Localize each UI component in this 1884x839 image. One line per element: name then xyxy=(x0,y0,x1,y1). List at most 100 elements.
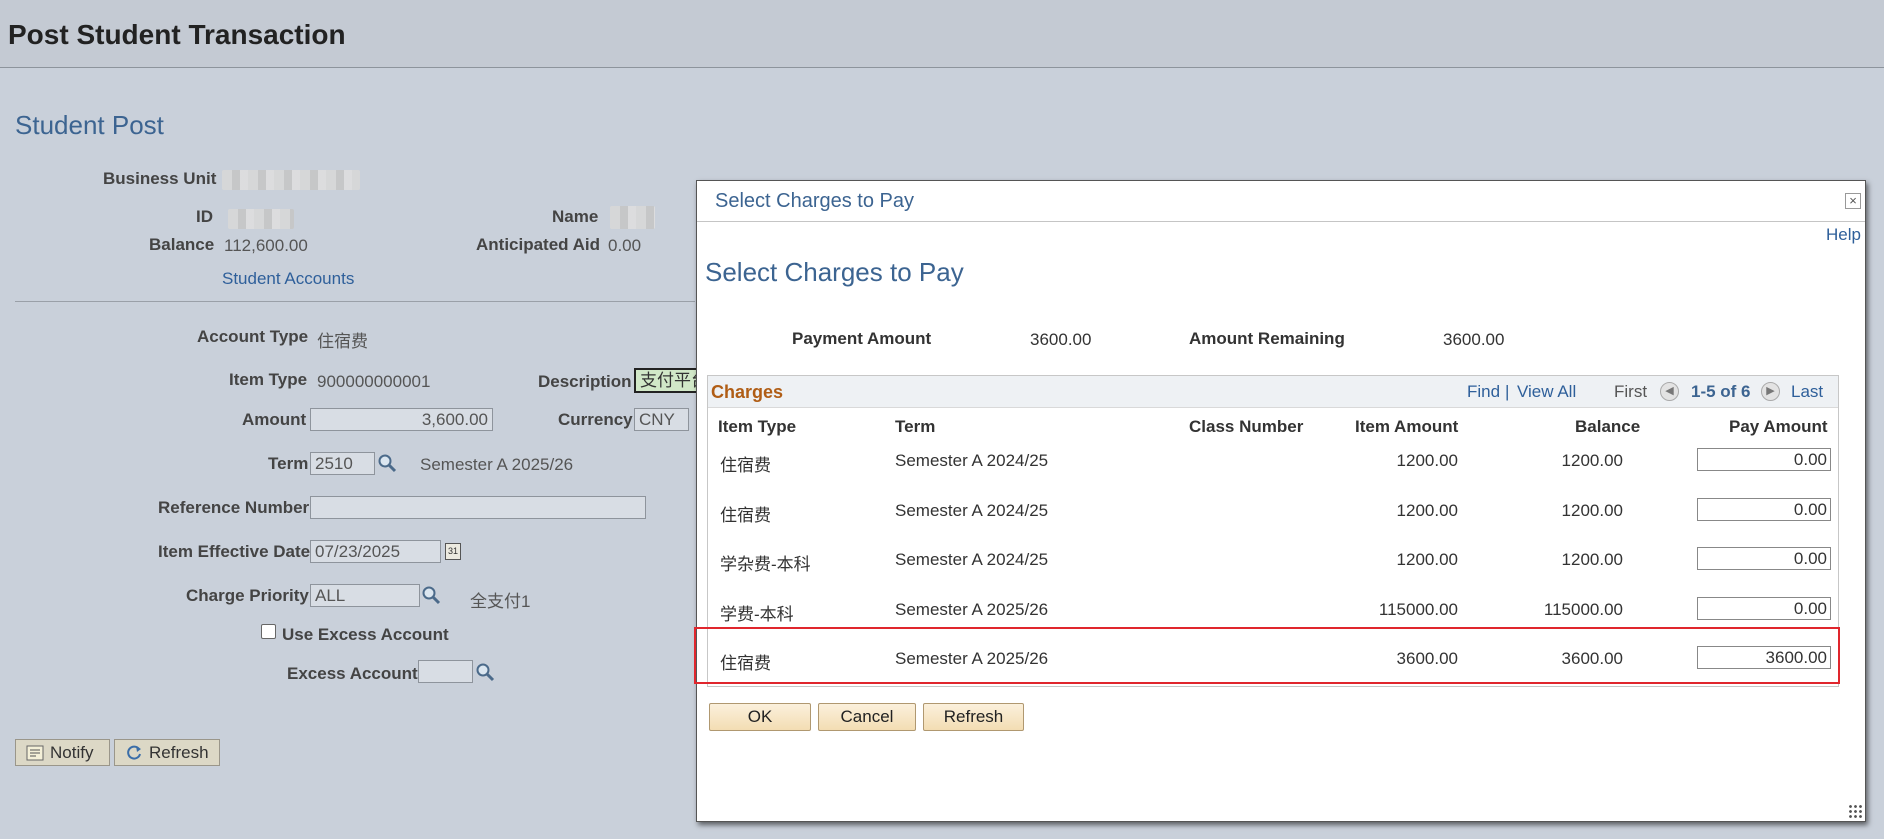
excess-account-field[interactable] xyxy=(418,660,473,683)
excess-account-lookup-icon[interactable] xyxy=(475,662,495,682)
balance-value: 112,600.00 xyxy=(224,236,308,255)
item-effective-date-field[interactable]: 07/23/2025 xyxy=(310,540,441,563)
row-2-term: Semester A 2024/25 xyxy=(895,501,1049,520)
row-1-term: Semester A 2024/25 xyxy=(895,451,1049,470)
payment-amount-value: 3600.00 xyxy=(1030,330,1092,349)
row-3-balance: 1200.00 xyxy=(1561,550,1623,569)
row-5-pay-amount-input[interactable] xyxy=(1697,646,1831,669)
divider xyxy=(15,301,695,302)
section-title: Student Post xyxy=(15,110,164,140)
row-1-pay-amount-input[interactable] xyxy=(1697,448,1831,471)
modal-title-bar-text: Select Charges to Pay xyxy=(715,190,914,212)
use-excess-account-checkbox[interactable] xyxy=(261,624,276,639)
term-lookup-icon[interactable] xyxy=(377,453,397,473)
currency-field[interactable]: CNY xyxy=(634,408,689,431)
resize-handle-icon[interactable] xyxy=(1848,804,1862,818)
col-item-type: Item Type xyxy=(718,417,797,436)
name-label: Name xyxy=(552,207,599,226)
notify-label: Notify xyxy=(50,742,94,762)
description-field[interactable]: 支付平台 xyxy=(634,368,696,393)
charge-priority-lookup-icon[interactable] xyxy=(421,585,441,605)
currency-label: Currency xyxy=(558,410,633,429)
charge-priority-field[interactable]: ALL xyxy=(310,584,420,607)
row-4-balance: 115000.00 xyxy=(1543,600,1623,619)
row-5-balance: 3600.00 xyxy=(1561,649,1623,668)
business-unit-redacted xyxy=(222,170,360,190)
row-3-pay-amount-input[interactable] xyxy=(1697,547,1831,570)
account-type-value: 住宿费 xyxy=(317,332,368,351)
last-link[interactable]: Last xyxy=(1791,382,1823,402)
col-term: Term xyxy=(895,417,936,436)
row-3-item-amount: 1200.00 xyxy=(1396,550,1458,569)
grid-header: Charges Find | View All First ◀ 1-5 of 6… xyxy=(708,376,1838,408)
range-label: 1-5 of 6 xyxy=(1691,382,1751,401)
excess-account-label: Excess Account xyxy=(287,664,418,683)
name-redacted xyxy=(610,206,655,229)
id-redacted xyxy=(228,209,294,229)
modal-refresh-button[interactable]: Refresh xyxy=(923,703,1024,731)
anticipated-aid-value: 0.00 xyxy=(608,236,642,255)
amount-remaining-label: Amount Remaining xyxy=(1189,329,1345,348)
description-label: Description xyxy=(538,372,632,391)
row-4-pay-amount-input[interactable] xyxy=(1697,597,1831,620)
ok-button[interactable]: OK xyxy=(709,703,811,731)
row-5-item-amount: 3600.00 xyxy=(1396,649,1458,668)
page-header: Post Student Transaction xyxy=(0,0,1884,68)
find-link[interactable]: Find xyxy=(1467,382,1500,402)
row-3-item-type: 学杂费-本科 xyxy=(720,555,811,574)
amount-label: Amount xyxy=(242,410,307,429)
balance-label: Balance xyxy=(149,235,215,254)
business-unit-label: Business Unit xyxy=(103,169,217,188)
item-effective-date-label: Item Effective Date xyxy=(158,542,311,561)
view-all-link[interactable]: View All xyxy=(1517,382,1576,402)
row-3-term: Semester A 2024/25 xyxy=(895,550,1049,569)
refresh-button[interactable]: Refresh xyxy=(114,739,220,766)
row-5-item-type: 住宿费 xyxy=(720,654,771,673)
reference-number-label: Reference Number xyxy=(158,498,310,517)
charges-grid: Charges Find | View All First ◀ 1-5 of 6… xyxy=(707,375,1839,687)
help-link[interactable]: Help xyxy=(1826,225,1861,245)
row-1-balance: 1200.00 xyxy=(1561,451,1623,470)
row-5-term: Semester A 2025/26 xyxy=(895,649,1049,668)
row-4-item-amount: 115000.00 xyxy=(1378,600,1458,619)
anticipated-aid-label: Anticipated Aid xyxy=(476,235,601,254)
refresh-icon xyxy=(127,745,141,760)
row-4-term: Semester A 2025/26 xyxy=(895,600,1049,619)
row-2-item-type: 住宿费 xyxy=(720,506,771,525)
term-field[interactable]: 2510 xyxy=(310,452,375,475)
previous-icon[interactable]: ◀ xyxy=(1660,382,1679,401)
next-icon[interactable]: ▶ xyxy=(1761,382,1780,401)
row-2-pay-amount-input[interactable] xyxy=(1697,498,1831,521)
page-title: Post Student Transaction xyxy=(8,19,346,50)
term-description: Semester A 2025/26 xyxy=(420,455,574,474)
notify-icon xyxy=(26,745,44,760)
row-1-item-amount: 1200.00 xyxy=(1396,451,1458,470)
reference-number-field[interactable] xyxy=(310,496,646,519)
close-icon[interactable]: × xyxy=(1845,193,1861,209)
first-label: First xyxy=(1614,382,1648,401)
refresh-label: Refresh xyxy=(149,742,209,762)
calendar-icon[interactable]: 31 xyxy=(445,543,461,560)
col-item-amount: Item Amount xyxy=(1355,417,1459,436)
amount-remaining-value: 3600.00 xyxy=(1443,330,1505,349)
col-balance: Balance xyxy=(1575,417,1641,436)
id-label: ID xyxy=(196,207,213,226)
notify-button[interactable]: Notify xyxy=(15,739,110,766)
col-pay-amount: Pay Amount xyxy=(1729,417,1828,436)
cancel-button[interactable]: Cancel xyxy=(818,703,916,731)
modal-heading: Select Charges to Pay xyxy=(705,257,964,287)
grid-separator: | xyxy=(1505,382,1510,401)
row-2-item-amount: 1200.00 xyxy=(1396,501,1458,520)
charge-priority-description: 全支付1 xyxy=(470,592,531,611)
amount-field[interactable]: 3,600.00 xyxy=(310,408,493,431)
term-label: Term xyxy=(268,454,309,473)
select-charges-modal: Select Charges to Pay × Help Select Char… xyxy=(694,180,1866,822)
col-class-number: Class Number xyxy=(1189,417,1304,436)
student-accounts-link[interactable]: Student Accounts xyxy=(222,269,354,289)
modal-title-bar[interactable]: Select Charges to Pay × xyxy=(697,181,1865,222)
account-type-label: Account Type xyxy=(197,327,309,346)
item-type-value: 900000000001 xyxy=(317,372,431,391)
charge-priority-label: Charge Priority xyxy=(186,586,309,605)
use-excess-account-label: Use Excess Account xyxy=(282,625,449,644)
payment-amount-label: Payment Amount xyxy=(792,329,932,348)
